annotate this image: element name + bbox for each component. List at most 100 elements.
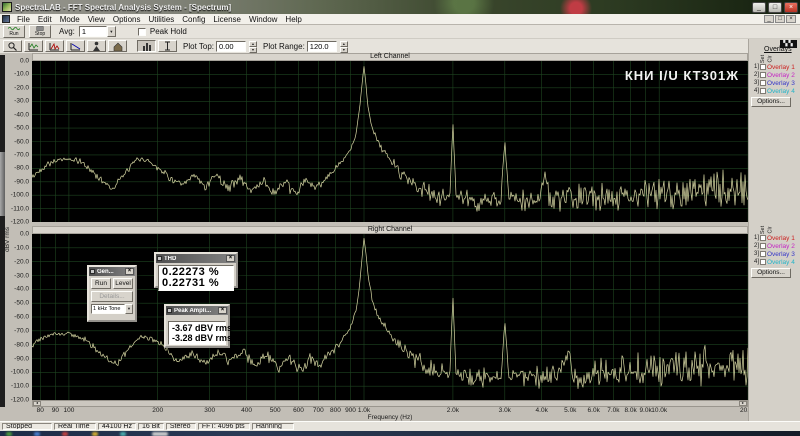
plot-top-spinner[interactable]: ▲ ▼	[249, 41, 257, 52]
generator-details-button[interactable]: Details...	[91, 291, 133, 302]
overlay-set-button[interactable]: 4]	[751, 88, 759, 94]
menu-help[interactable]: Help	[281, 15, 305, 24]
bars-icon	[142, 42, 152, 51]
overlay-checkbox[interactable]	[760, 243, 766, 249]
maximize-icon[interactable]: □	[768, 2, 782, 13]
overlay-row: 1] Overlay 1	[751, 63, 800, 71]
y-tick-label: -110.0	[11, 383, 29, 390]
spectrum-plot-icon	[49, 42, 60, 51]
x-tick-label: 80	[37, 407, 44, 414]
overlay-row: 1]Overlay 1	[751, 234, 800, 242]
generator-titlebar[interactable]: Gen... ×	[89, 267, 135, 276]
overlays-options-button[interactable]: Options...	[751, 268, 791, 278]
x-tick-label: 2.0k	[447, 407, 459, 414]
y-tick-label: -70.0	[14, 327, 29, 334]
bar-display-button[interactable]	[137, 40, 156, 52]
menubar: FileEditModeViewOptionsUtilitiesConfigLi…	[0, 14, 800, 25]
horizontal-scrollbar[interactable]: ◄ ►	[32, 400, 748, 407]
zoom-button[interactable]	[3, 40, 22, 52]
stop-button[interactable]: Stop	[29, 25, 51, 38]
overlay-set-button[interactable]: 3]	[751, 251, 759, 257]
thd-readout: 0.22273 % 0.22731 %	[158, 265, 234, 291]
mdi-close-icon[interactable]: ×	[786, 15, 796, 23]
overlay-set-button[interactable]: 1]	[751, 64, 759, 70]
left-channel-plot[interactable]	[32, 61, 748, 222]
time-series-view-button[interactable]	[24, 40, 43, 52]
y-tick-label: -40.0	[14, 286, 29, 293]
peak-titlebar[interactable]: Peak Ampli... ×	[166, 306, 228, 315]
transport-toolbar: Run Stop Avg: 1 ▼ Peak Hold	[0, 25, 800, 39]
close-icon[interactable]: ×	[218, 307, 227, 314]
spin-down-icon[interactable]: ▼	[340, 47, 348, 53]
overlay-checkbox[interactable]	[760, 251, 766, 257]
plot-range-spinner[interactable]: ▲ ▼	[340, 41, 348, 52]
x-tick-label: 900	[345, 407, 356, 414]
right-channel-plot[interactable]	[32, 234, 748, 400]
y-tick-label: -100.0	[11, 369, 29, 376]
scroll-right-icon[interactable]: ►	[739, 401, 747, 406]
close-icon[interactable]: ×	[784, 2, 798, 13]
menu-edit[interactable]: Edit	[34, 15, 56, 24]
peak-hold-label: Peak Hold	[150, 27, 187, 36]
menu-mode[interactable]: Mode	[56, 15, 84, 24]
home-scale-button[interactable]	[108, 40, 127, 52]
taskbar-button	[152, 432, 168, 436]
overlay-set-button[interactable]: 3]	[751, 80, 759, 86]
overlay-set-button[interactable]: 4]	[751, 259, 759, 265]
overlay-checkbox[interactable]	[760, 88, 766, 94]
spectrum-view-button[interactable]	[45, 40, 64, 52]
menu-window[interactable]: Window	[245, 15, 281, 24]
thd-titlebar[interactable]: THD ×	[156, 254, 236, 263]
overlay-set-button[interactable]: 2]	[751, 72, 759, 78]
generator-signal-combobox[interactable]: 1 kHz Tone ▼	[91, 304, 133, 314]
close-icon[interactable]: ×	[226, 255, 235, 262]
x-tick-label: 400	[241, 407, 252, 414]
run-button[interactable]: Run	[3, 25, 25, 38]
plot-top-input[interactable]: 0.00	[216, 41, 246, 52]
peak-marker-button[interactable]	[87, 40, 106, 52]
status-cell: Hanning	[252, 423, 294, 430]
overlays-header: Overlays	[764, 46, 800, 53]
overlay-label: Overlay 1	[767, 64, 795, 71]
minimize-icon[interactable]: _	[752, 2, 766, 13]
overlay-checkbox[interactable]	[760, 80, 766, 86]
generator-run-button[interactable]: Run	[91, 278, 111, 289]
menu-config[interactable]: Config	[178, 15, 209, 24]
y-tick-label: -80.0	[14, 341, 29, 348]
chevron-down-icon[interactable]: ▼	[125, 304, 133, 314]
plot-range-input[interactable]: 120.0	[307, 41, 337, 52]
overlay-checkbox[interactable]	[760, 72, 766, 78]
spin-down-icon[interactable]: ▼	[249, 47, 257, 53]
menu-options[interactable]: Options	[109, 15, 145, 24]
generator-level-button[interactable]: Level	[113, 278, 133, 289]
y-tick-label: -50.0	[14, 125, 29, 132]
menu-view[interactable]: View	[84, 15, 109, 24]
close-icon[interactable]: ×	[125, 268, 134, 275]
phase-view-button[interactable]	[66, 40, 85, 52]
cursor-button[interactable]	[158, 40, 177, 52]
status-cell: Real Time	[54, 423, 96, 430]
overlay-checkbox[interactable]	[760, 64, 766, 70]
overlay-set-button[interactable]: 2]	[751, 243, 759, 249]
menu-utilities[interactable]: Utilities	[144, 15, 178, 24]
mdi-minimize-icon[interactable]: _	[764, 15, 774, 23]
menu-license[interactable]: License	[209, 15, 245, 24]
y-axis-label: dBV rms	[4, 227, 11, 252]
taskbar-icon	[6, 432, 12, 436]
menu-file[interactable]: File	[13, 15, 34, 24]
chevron-down-icon[interactable]: ▼	[107, 26, 116, 37]
house-icon	[113, 42, 123, 51]
scroll-left-icon[interactable]: ◄	[33, 401, 41, 406]
peak-hold-checkbox[interactable]	[138, 28, 146, 36]
y-tick-label: -120.0	[11, 397, 29, 404]
overlay-checkbox[interactable]	[760, 235, 766, 241]
overlay-checkbox[interactable]	[760, 259, 766, 265]
status-cell: Stereo	[166, 423, 196, 430]
overlays-options-button[interactable]: Options...	[751, 97, 791, 107]
y-tick-label: -70.0	[14, 151, 29, 158]
avg-combobox[interactable]: 1 ▼	[79, 26, 116, 37]
status-cell: 44100 Hz	[98, 423, 136, 430]
thd-window: THD × 0.22273 % 0.22731 %	[154, 252, 238, 288]
overlay-set-button[interactable]: 1]	[751, 235, 759, 241]
mdi-restore-icon[interactable]: □	[775, 15, 785, 23]
